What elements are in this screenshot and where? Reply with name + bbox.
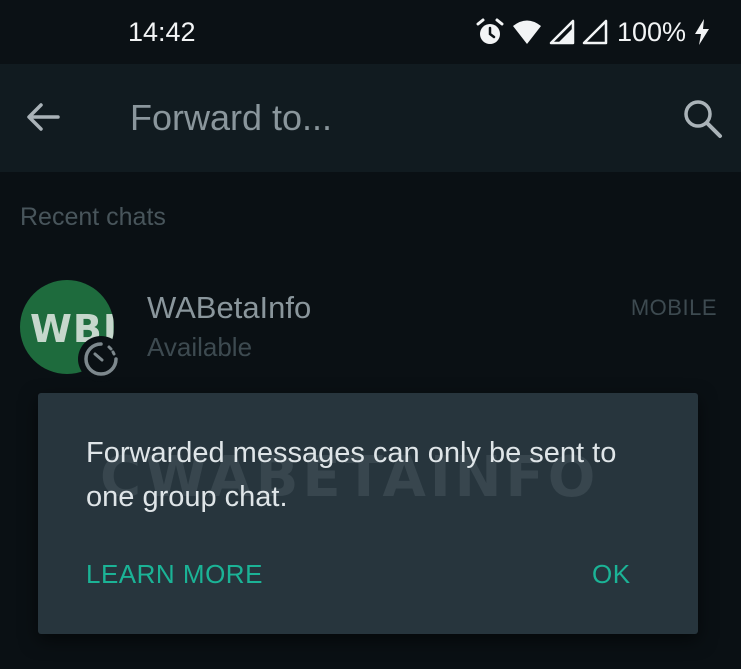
ok-button[interactable]: OK — [592, 555, 631, 594]
alarm-icon — [476, 18, 504, 44]
forward-limit-dialog: CWABETAINFO Forwarded messages can only … — [38, 393, 698, 634]
search-icon[interactable] — [680, 96, 724, 140]
battery-percent: 100% — [616, 17, 686, 47]
status-time: 14:42 — [128, 17, 196, 47]
status-icons: 100% — [475, 14, 711, 50]
dialog-message: Forwarded messages can only be sent to o… — [86, 437, 617, 513]
learn-more-button[interactable]: LEARN MORE — [86, 555, 263, 594]
battery-charging-icon — [695, 19, 709, 45]
signal-icon — [549, 19, 575, 45]
section-header-recent-chats: Recent chats — [20, 203, 166, 231]
chat-list-item[interactable]: WBI WABetaInfo Available MOBILE — [0, 270, 741, 390]
chat-name: WABetaInfo — [147, 290, 312, 325]
chat-status: Available — [147, 332, 253, 362]
arrow-left-icon[interactable] — [24, 98, 62, 136]
screen: 14:42 100% Forward to... Recent chats WB… — [0, 0, 741, 669]
wifi-icon — [512, 20, 541, 44]
app-bar — [0, 64, 741, 172]
chat-device-tag: MOBILE — [630, 295, 717, 320]
signal-icon — [582, 19, 608, 45]
status-bar: 14:42 100% — [0, 0, 741, 64]
forward-search-input[interactable] — [130, 94, 650, 142]
status-update-icon — [78, 336, 124, 382]
